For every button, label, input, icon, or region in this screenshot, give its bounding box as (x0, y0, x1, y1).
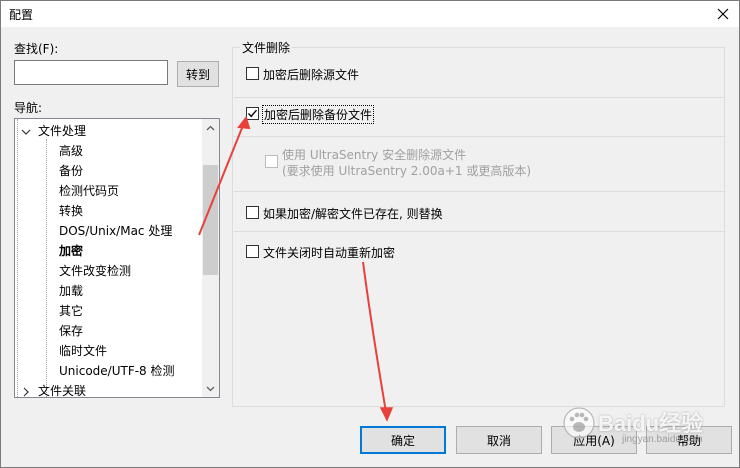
tree-item-file-change-detect[interactable]: 文件改变检测 (59, 261, 131, 281)
window-title: 配置 (9, 8, 34, 22)
tree-item-load[interactable]: 加载 (59, 281, 83, 301)
tree-item-file-association[interactable]: 文件关联 (21, 381, 87, 398)
tree-guide-line (46, 139, 47, 397)
tree-item-label: 检测代码页 (59, 184, 120, 198)
option-label: 加密后删除源文件 (263, 68, 360, 82)
option-auto-reencrypt[interactable]: 文件关闭时自动重新加密 (246, 244, 395, 261)
tree-item-label: 转换 (59, 204, 84, 218)
group-title: 文件删除 (240, 39, 293, 56)
tree-item-file-handling[interactable]: 文件处理 (21, 121, 86, 141)
checkbox[interactable] (246, 107, 259, 120)
close-button[interactable] (711, 2, 735, 26)
tree-item-detect-codepage[interactable]: 检测代码页 (59, 181, 119, 201)
scroll-thumb[interactable] (203, 165, 218, 275)
option-ultrasentry[interactable]: 使用 UltraSentry 安全删除源文件 (要求使用 UltraSentry… (265, 147, 531, 179)
nav-label: 导航: (14, 101, 43, 115)
collapse-icon[interactable] (21, 127, 31, 137)
tree-item-temp-files[interactable]: 临时文件 (59, 341, 107, 361)
tree-item-label: 高级 (59, 144, 84, 158)
tree-item-label: 加密 (59, 244, 84, 258)
option-label: 加密后删除备份文件 (261, 105, 375, 124)
tree-guide-line (17, 119, 18, 397)
option-label: 使用 UltraSentry 安全删除源文件 (282, 148, 467, 162)
apply-button[interactable]: 应用(A) (551, 426, 637, 454)
tree-item-encryption[interactable]: 加密 (59, 241, 83, 261)
tree-item-label: 文件改变检测 (59, 264, 132, 278)
expand-icon[interactable] (21, 387, 31, 397)
tree-item-label: 保存 (59, 324, 84, 338)
divider (234, 136, 724, 137)
tree-item-dos-unix-mac[interactable]: DOS/Unix/Mac 处理 (59, 221, 172, 241)
option-delete-source[interactable]: 加密后删除源文件 (246, 66, 359, 83)
close-icon (717, 8, 729, 20)
tree-item-label: 临时文件 (59, 344, 108, 358)
goto-button[interactable]: 转到 (177, 61, 219, 87)
title-bar: 配置 (1, 1, 739, 27)
checkbox[interactable] (246, 67, 259, 80)
tree-item-label: 文件关联 (38, 384, 87, 398)
tree-item-unicode-detect[interactable]: Unicode/UTF-8 检测 (59, 361, 175, 381)
checkbox[interactable] (246, 245, 259, 258)
tree-item-label: Unicode/UTF-8 检测 (59, 364, 175, 378)
option-label: 文件关闭时自动重新加密 (263, 246, 396, 260)
nav-scrollbar[interactable] (202, 119, 219, 397)
checkmark-icon (247, 109, 258, 118)
cancel-button[interactable]: 取消 (456, 426, 542, 454)
tree-item-label: 加载 (59, 284, 84, 298)
option-label: 如果加密/解密文件已存在, 则替换 (263, 207, 443, 221)
divider (234, 97, 724, 98)
tree-item-save[interactable]: 保存 (59, 321, 83, 341)
option-sublabel: (要求使用 UltraSentry 2.00a+1 或更高版本) (282, 164, 532, 178)
tree-item-convert[interactable]: 转换 (59, 201, 83, 221)
find-label: 查找(F): (14, 42, 59, 56)
tree-item-label: 备份 (59, 164, 84, 178)
scroll-up-button[interactable] (202, 119, 219, 136)
search-input[interactable] (14, 60, 168, 85)
help-button[interactable]: 帮助 (646, 426, 732, 454)
divider (234, 231, 724, 232)
config-dialog: 配置 查找(F): 转到 导航: 文件处理 高级 备份 检测代码页 转换 DOS… (0, 0, 740, 468)
nav-tree[interactable]: 文件处理 高级 备份 检测代码页 转换 DOS/Unix/Mac 处理 加密 文… (14, 118, 220, 398)
tree-item-advanced[interactable]: 高级 (59, 141, 83, 161)
tree-item-label: 文件处理 (38, 124, 87, 138)
tree-item-label: 其它 (59, 304, 84, 318)
file-delete-group (232, 47, 725, 407)
option-delete-backup[interactable]: 加密后删除备份文件 (246, 105, 375, 124)
scroll-down-button[interactable] (202, 380, 219, 397)
divider (234, 191, 724, 192)
chevron-down-icon (206, 386, 215, 391)
chevron-up-icon (206, 125, 215, 130)
ok-button[interactable]: 确定 (360, 426, 446, 454)
tree-item-label: DOS/Unix/Mac 处理 (59, 224, 173, 238)
checkbox[interactable] (265, 155, 278, 168)
checkbox[interactable] (246, 206, 259, 219)
tree-item-backup[interactable]: 备份 (59, 161, 83, 181)
option-replace-existing[interactable]: 如果加密/解密文件已存在, 则替换 (246, 205, 443, 222)
tree-item-other[interactable]: 其它 (59, 301, 83, 321)
